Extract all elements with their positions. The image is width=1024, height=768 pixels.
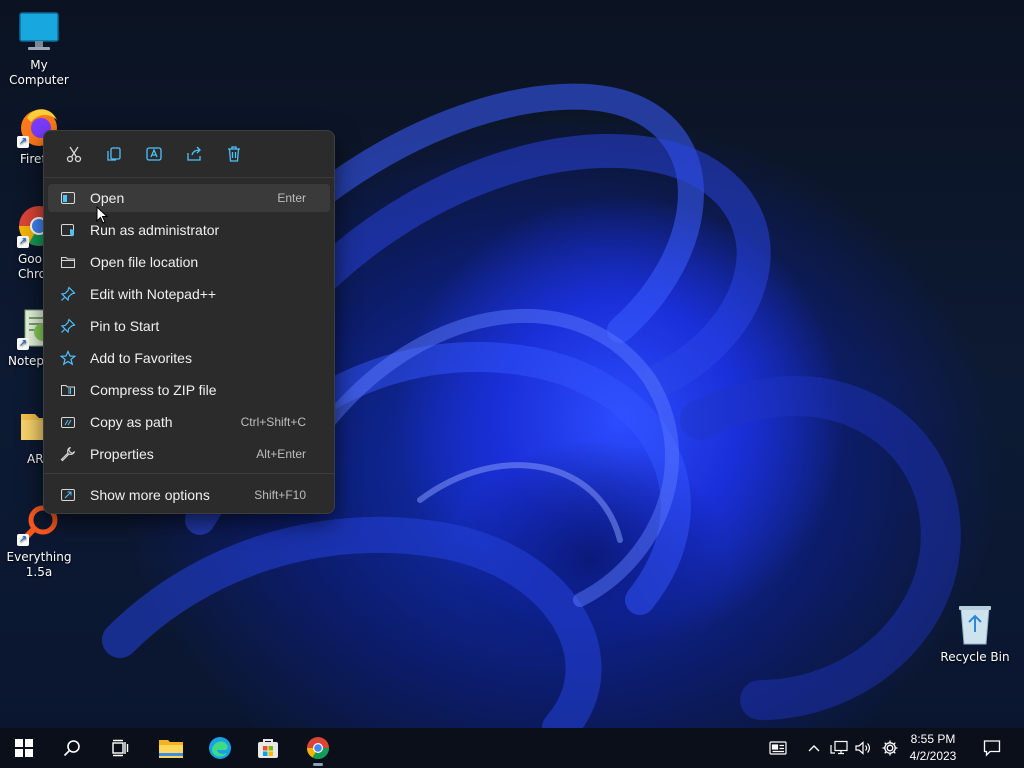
- file-explorer-icon: [159, 740, 183, 758]
- wrench-icon: [58, 444, 78, 464]
- menu-item-label: Add to Favorites: [90, 350, 192, 366]
- taskbar-edge[interactable]: [200, 728, 240, 768]
- desktop-icon-label: Everything 1.5a: [6, 550, 72, 579]
- monitor-icon: [17, 10, 61, 54]
- desktop-icon-label: My Computer: [9, 58, 69, 87]
- volume-icon: [855, 741, 870, 755]
- pin-icon: [58, 316, 78, 336]
- menu-item-shortcut: Enter: [277, 191, 306, 205]
- clock-time: 8:55 PM: [910, 732, 956, 746]
- delete-icon[interactable]: [214, 137, 254, 171]
- taskbar-file-explorer[interactable]: [151, 728, 191, 768]
- news-icon: [769, 741, 787, 755]
- menu-item-label: Run as administrator: [90, 222, 220, 238]
- menu-item-open-file-location[interactable]: Open file location: [48, 248, 330, 276]
- tray-news-widget[interactable]: [764, 728, 792, 768]
- notification-center-button[interactable]: [978, 728, 1006, 768]
- shortcut-arrow-icon: ↗: [17, 236, 29, 248]
- task-view-button[interactable]: [100, 728, 140, 768]
- menu-item-add-to-favorites[interactable]: Add to Favorites: [48, 344, 330, 372]
- notification-icon: [983, 740, 1001, 757]
- windows-logo-icon: [15, 739, 33, 757]
- chevron-up-icon: [808, 745, 820, 752]
- menu-item-pin-to-start[interactable]: Pin to Start: [48, 312, 330, 340]
- tray-show-hidden-icons[interactable]: [804, 728, 824, 768]
- shortcut-arrow-icon: ↗: [17, 136, 29, 148]
- menu-item-properties[interactable]: Properties Alt+Enter: [48, 440, 330, 468]
- chrome-icon: [307, 737, 329, 759]
- desktop-icon-recycle-bin[interactable]: Recycle Bin: [936, 602, 1014, 665]
- menu-item-label: Open file location: [90, 254, 199, 270]
- taskbar: 8:55 PM 4/2/2023: [0, 728, 1024, 768]
- menu-item-label: Pin to Start: [90, 318, 160, 334]
- desktop-icon-label: Recycle Bin: [940, 650, 1010, 664]
- recycle-bin-icon: [953, 602, 997, 646]
- edge-icon: [209, 737, 231, 759]
- menu-item-label: Compress to ZIP file: [90, 382, 217, 398]
- shortcut-arrow-icon: ↗: [17, 534, 29, 546]
- copy-path-icon: [58, 412, 78, 432]
- copy-icon[interactable]: [94, 137, 134, 171]
- context-menu: Open Enter Run as administrator Open fil…: [43, 130, 335, 514]
- menu-item-shortcut: Alt+Enter: [256, 447, 306, 461]
- running-indicator: [313, 763, 323, 766]
- menu-item-show-more-options[interactable]: Show more options Shift+F10: [48, 481, 330, 509]
- menu-item-run-as-admin[interactable]: Run as administrator: [48, 216, 330, 244]
- cut-icon[interactable]: [54, 137, 94, 171]
- pin-icon: [58, 284, 78, 304]
- menu-item-compress-zip[interactable]: Compress to ZIP file: [48, 376, 330, 404]
- taskbar-store[interactable]: [248, 728, 288, 768]
- context-menu-toolbar: [44, 131, 334, 178]
- tray-settings[interactable]: [878, 728, 902, 768]
- menu-separator: [44, 473, 334, 474]
- tray-volume[interactable]: [852, 728, 874, 768]
- zip-icon: [58, 380, 78, 400]
- menu-item-shortcut: Shift+F10: [254, 488, 306, 502]
- clock-date: 4/2/2023: [909, 749, 957, 763]
- more-options-icon: [58, 485, 78, 505]
- search-icon: [63, 740, 80, 757]
- menu-item-copy-as-path[interactable]: Copy as path Ctrl+Shift+C: [48, 408, 330, 436]
- menu-item-shortcut: Ctrl+Shift+C: [240, 415, 306, 429]
- mouse-cursor-icon: [96, 206, 108, 224]
- network-icon: [830, 740, 848, 755]
- menu-item-label: Open: [90, 190, 125, 206]
- rename-icon[interactable]: [134, 137, 174, 171]
- taskbar-chrome[interactable]: [298, 728, 338, 768]
- task-view-icon: [112, 739, 129, 757]
- menu-item-edit-notepad[interactable]: Edit with Notepad++: [48, 280, 330, 308]
- menu-item-label: Show more options: [90, 487, 210, 503]
- desktop-icon-my-computer[interactable]: My Computer: [0, 10, 78, 88]
- search-button[interactable]: [52, 728, 92, 768]
- desktop-icon-label: Goo Chro: [18, 252, 46, 281]
- star-icon: [58, 348, 78, 368]
- folder-icon: [58, 252, 78, 272]
- menu-item-label: Edit with Notepad++: [90, 286, 217, 302]
- taskbar-clock[interactable]: 8:55 PM 4/2/2023: [900, 731, 966, 765]
- menu-item-open[interactable]: Open Enter: [48, 184, 330, 212]
- store-icon: [258, 739, 278, 758]
- start-button[interactable]: [4, 728, 44, 768]
- open-window-icon: [58, 188, 78, 208]
- gear-icon: [882, 740, 898, 756]
- menu-item-label: Properties: [90, 446, 154, 462]
- tray-network[interactable]: [828, 728, 850, 768]
- menu-item-label: Copy as path: [90, 414, 173, 430]
- shortcut-arrow-icon: ↗: [17, 338, 29, 350]
- admin-shield-icon: [58, 220, 78, 240]
- share-icon[interactable]: [174, 137, 214, 171]
